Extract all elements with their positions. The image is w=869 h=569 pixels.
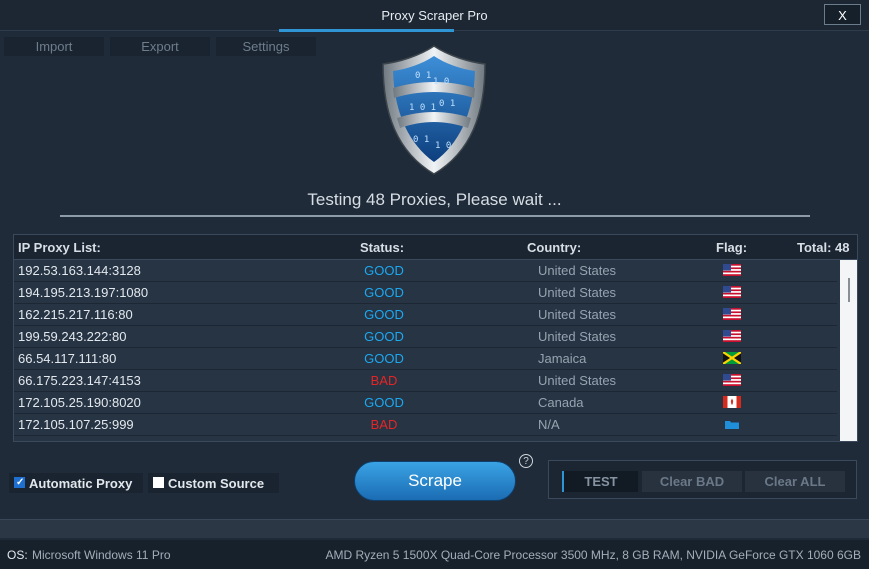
proxy-country: United States [538,307,617,322]
proxy-status: GOOD [364,395,404,410]
table-row[interactable]: 199.59.243.222:80 GOOD United States [14,326,837,348]
us-flag-icon [723,264,741,276]
proxy-status: BAD [370,373,398,388]
clear-bad-button[interactable]: Clear BAD [642,471,742,492]
proxy-country: United States [538,285,617,300]
table-row[interactable]: 162.215.217.116:80 GOOD United States [14,304,837,326]
proxy-status: GOOD [364,285,404,300]
help-icon[interactable]: ? [519,454,533,468]
custom-source-label: Custom Source [168,476,265,491]
proxy-ip: 66.175.223.147:4153 [18,373,141,388]
scrape-button[interactable]: Scrape [354,461,516,501]
scrollbar[interactable] [840,260,857,441]
checkbox-checked-icon[interactable]: ✓ [14,477,25,488]
test-panel: TEST Clear BAD Clear ALL [548,460,857,499]
custom-source-checkbox[interactable]: Custom Source [148,473,279,493]
unknown-flag-icon [723,440,741,441]
table-row[interactable]: 172.105.107.25:999 BAD N/A [14,414,837,436]
us-flag-icon [723,308,741,320]
test-button[interactable]: TEST [562,471,638,492]
table-row[interactable]: 192.53.163.144:3128 GOOD United States [14,260,837,282]
header-status: Status: [360,240,405,255]
proxy-ip: 199.59.243.222:80 [18,329,127,344]
os-value: Microsoft Windows 11 Pro [32,548,171,562]
svg-text:1 0: 1 0 [435,141,451,151]
proxy-ip: 66.54.117.111:80 [18,351,117,366]
shield-logo-icon: 0 11 0 1 0 10 1 0 11 0 [382,45,486,175]
proxy-country: United States [538,263,617,278]
proxy-country: Jamaica [538,351,587,366]
table-row[interactable]: 194.195.213.197:1080 GOOD United States [14,282,837,304]
us-flag-icon [723,374,741,386]
settings-button[interactable]: Settings [216,37,316,56]
table-row[interactable]: 172.255.000.157:1080 BAD N/A [14,436,837,441]
close-button[interactable]: X [824,4,861,25]
proxy-country: United States [538,329,617,344]
clear-all-button[interactable]: Clear ALL [745,471,845,492]
proxy-country: N/A [538,439,560,441]
proxy-ip: 194.195.213.197:1080 [18,285,149,300]
header-ip: IP Proxy List: [18,240,101,255]
bottom-progress-bar [0,519,869,538]
window-title: Proxy Scraper Pro [381,8,488,23]
automatic-proxy-checkbox[interactable]: ✓ Automatic Proxy [9,473,143,493]
checkbox-unchecked-icon[interactable] [153,477,164,488]
os-label: OS: [7,548,28,562]
status-divider [60,215,810,217]
automatic-proxy-label: Automatic Proxy [29,476,133,491]
svg-text:0 1: 0 1 [439,99,455,109]
proxy-status: BAD [370,417,398,432]
proxy-status: GOOD [364,307,404,322]
svg-text:1 0 1: 1 0 1 [409,103,436,113]
header-total: Total: 48 [797,240,850,255]
proxy-country: Canada [538,395,584,410]
status-message: Testing 48 Proxies, Please wait ... [307,190,562,209]
proxy-rows: 192.53.163.144:3128 GOOD United States 194.… [14,260,837,441]
header-flag: Flag: [716,240,748,255]
proxy-status: GOOD [364,351,404,366]
proxy-ip: 162.215.217.116:80 [18,307,133,322]
us-flag-icon [723,330,741,342]
title-progress-bar [279,29,454,32]
table-row[interactable]: 172.105.25.190:8020 GOOD Canada [14,392,837,414]
table-row[interactable]: 66.54.117.111:80 GOOD Jamaica [14,348,837,370]
status-footer: OS: Microsoft Windows 11 Pro AMD Ryzen 5… [0,540,869,569]
us-flag-icon [723,286,741,298]
svg-text:0 1: 0 1 [415,71,431,81]
table-row[interactable]: 66.175.223.147:4153 BAD United States [14,370,837,392]
proxy-status: BAD [354,439,414,441]
hardware-info: AMD Ryzen 5 1500X Quad-Core Processor 35… [325,548,861,562]
list-header: IP Proxy List: Status: Country: Flag: To… [14,235,857,260]
proxy-status: GOOD [364,329,404,344]
canada-flag-icon [723,396,741,408]
unknown-flag-icon [723,418,741,430]
proxy-ip: 172.105.25.190:8020 [18,395,141,410]
header-country: Country: [527,240,582,255]
proxy-status: GOOD [364,263,404,278]
proxy-ip: 192.53.163.144:3128 [18,263,141,278]
proxy-country: N/A [538,417,560,432]
title-bar: Proxy Scraper Pro X [0,0,869,31]
jamaica-flag-icon [722,351,742,365]
scroll-thumb[interactable] [848,278,850,302]
import-button[interactable]: Import [4,37,104,56]
svg-text:0 1: 0 1 [413,135,429,145]
proxy-ip: 172.255.000.157:1080 [18,439,148,441]
proxy-list: IP Proxy List: Status: Country: Flag: To… [13,234,858,442]
proxy-country: United States [538,373,617,388]
svg-text:1 0: 1 0 [433,77,449,87]
proxy-ip: 172.105.107.25:999 [18,417,134,432]
export-button[interactable]: Export [110,37,210,56]
